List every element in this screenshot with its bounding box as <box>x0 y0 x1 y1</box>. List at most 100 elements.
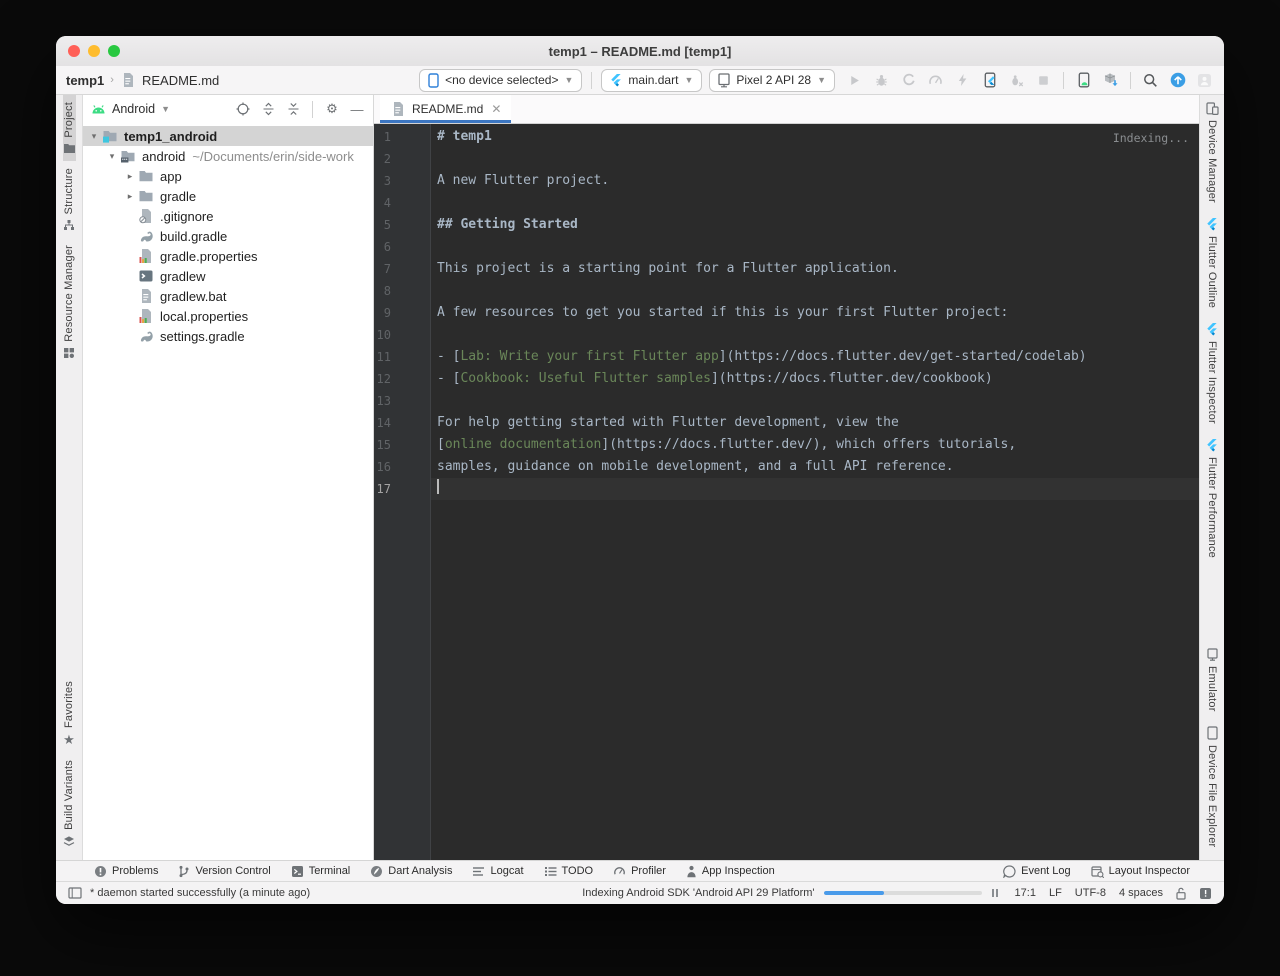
tool-window-button-layout-inspector[interactable]: Layout Inspector <box>1091 865 1190 878</box>
tool-window-button-logcat[interactable]: Logcat <box>472 865 524 877</box>
editor-line-4[interactable]: 4 <box>374 192 1199 214</box>
expand-all-button[interactable] <box>260 101 276 117</box>
stop-debug-button[interactable] <box>1007 71 1026 90</box>
tool-window-button-event-log[interactable]: Event Log <box>1003 864 1071 878</box>
run-config-dropdown[interactable]: main.dart ▼ <box>601 68 703 92</box>
editor-line-3[interactable]: 3 A new Flutter project. <box>374 170 1199 192</box>
tree-item-local-properties[interactable]: local.properties <box>83 306 373 326</box>
tool-stripe-button-resource-manager[interactable]: Resource Manager <box>63 238 76 366</box>
chevron-down-icon[interactable]: ▾ <box>86 131 102 142</box>
tool-window-label: Event Log <box>1021 865 1071 877</box>
tool-stripe-button-favorites[interactable]: Favorites ★ <box>63 674 75 753</box>
tree-item-gradlew-bat[interactable]: gradlew.bat <box>83 286 373 306</box>
minimize-window-button[interactable] <box>88 45 100 57</box>
editor-line-7[interactable]: 7 This project is a starting point for a … <box>374 258 1199 280</box>
collapse-all-button[interactable] <box>285 101 301 117</box>
editor-line-6[interactable]: 6 <box>374 236 1199 258</box>
editor-line-14[interactable]: 14 For help getting started with Flutter … <box>374 412 1199 434</box>
tree-item-gradlew[interactable]: gradlew <box>83 266 373 286</box>
tree-item--gitignore[interactable]: .gitignore <box>83 206 373 226</box>
encoding[interactable]: UTF-8 <box>1075 887 1106 899</box>
breadcrumb-file[interactable]: README.md <box>142 73 219 88</box>
traffic-lights <box>68 36 120 66</box>
close-tab-icon[interactable]: ✕ <box>491 102 501 116</box>
tree-item-label: build.gradle <box>160 228 228 244</box>
tool-stripe-button-flutter-outline[interactable]: Flutter Outline <box>1206 210 1219 315</box>
indent-setting[interactable]: 4 spaces <box>1119 887 1163 899</box>
left-tool-stripe: Project Structure Resource Manager Favorite… <box>56 95 83 860</box>
tool-window-button-app-inspection[interactable]: App Inspection <box>686 865 775 878</box>
editor-line-10[interactable]: 10 <box>374 324 1199 346</box>
profile-avatar-button[interactable] <box>1195 71 1214 90</box>
tree-item-app[interactable]: ▸ app <box>83 166 373 186</box>
chevron-down-icon[interactable]: ▾ <box>104 151 120 162</box>
chevron-right-icon[interactable]: ▸ <box>122 171 138 182</box>
flutter-attach-button[interactable] <box>980 71 999 90</box>
profile-app-button[interactable] <box>899 71 918 90</box>
project-view-mode[interactable]: Android <box>112 102 155 116</box>
tool-stripe-label: Flutter Performance <box>1206 456 1218 558</box>
version-control-icon <box>178 865 190 878</box>
tree-item-temp1-android[interactable]: ▾ temp1_android <box>83 126 373 146</box>
flutter-icon <box>1206 217 1218 231</box>
tool-stripe-button-device-manager[interactable]: Device Manager <box>1205 95 1219 210</box>
tool-stripe-button-project[interactable]: Project <box>62 95 76 161</box>
editor-line-13[interactable]: 13 <box>374 390 1199 412</box>
tool-window-button-dart-analysis[interactable]: Dart Analysis <box>370 865 452 878</box>
performance-profiler-button[interactable] <box>926 71 945 90</box>
editor-line-2[interactable]: 2 <box>374 148 1199 170</box>
stop-button[interactable] <box>1034 71 1053 90</box>
search-everywhere-button[interactable] <box>1141 71 1160 90</box>
zoom-window-button[interactable] <box>108 45 120 57</box>
tool-stripe-button-structure[interactable]: Structure <box>63 161 76 238</box>
tool-stripe-button-device-file-explorer[interactable]: Device File Explorer <box>1206 719 1219 854</box>
tool-window-button-terminal[interactable]: Terminal <box>291 865 350 878</box>
tree-item-settings-gradle[interactable]: settings.gradle <box>83 326 373 346</box>
tool-stripe-button-emulator[interactable]: Emulator <box>1206 641 1219 719</box>
editor-line-11[interactable]: 11 - [Lab: Write your first Flutter app](… <box>374 346 1199 368</box>
tree-item-android[interactable]: ▾ android ~/Documents/erin/side-work <box>83 146 373 166</box>
updates-button[interactable] <box>1168 71 1187 90</box>
notifications-icon[interactable] <box>1199 887 1212 900</box>
sdk-manager-button[interactable] <box>1101 71 1120 90</box>
tree-item-build-gradle[interactable]: build.gradle <box>83 226 373 246</box>
tool-stripe-button-flutter-performance[interactable]: Flutter Performance <box>1206 431 1219 565</box>
editor-line-15[interactable]: 15 [online documentation](https://docs.fl… <box>374 434 1199 456</box>
tool-window-button-todo[interactable]: TODO <box>544 865 594 877</box>
chevron-right-icon[interactable]: ▸ <box>122 191 138 202</box>
editor-line-1[interactable]: 1 # temp1 <box>374 126 1199 148</box>
editor-line-12[interactable]: 12 - [Cookbook: Useful Flutter samples](h… <box>374 368 1199 390</box>
device-selector-dropdown[interactable]: <no device selected> ▼ <box>419 68 583 92</box>
device-manager-button[interactable] <box>1074 71 1093 90</box>
hide-panel-button[interactable]: — <box>349 101 365 117</box>
run-button[interactable] <box>845 71 864 90</box>
tool-stripe-button-build-variants[interactable]: Build Variants <box>63 753 75 854</box>
pause-icon[interactable] <box>991 888 999 898</box>
lock-icon[interactable] <box>1176 887 1186 900</box>
breadcrumb-project[interactable]: temp1 <box>66 73 104 88</box>
tool-window-button-profiler[interactable]: Profiler <box>613 865 666 877</box>
editor-line-5[interactable]: 5 ## Getting Started <box>374 214 1199 236</box>
caret-position[interactable]: 17:1 <box>1015 887 1036 899</box>
locate-file-button[interactable] <box>235 101 251 117</box>
tool-stripe-button-flutter-inspector[interactable]: Flutter Inspector <box>1206 315 1219 431</box>
target-device-dropdown[interactable]: Pixel 2 API 28 ▼ <box>709 68 835 92</box>
editor-line-16[interactable]: 16 samples, guidance on mobile developmen… <box>374 456 1199 478</box>
tool-stripe-label: Favorites <box>63 681 75 729</box>
close-window-button[interactable] <box>68 45 80 57</box>
editor-line-8[interactable]: 8 <box>374 280 1199 302</box>
tree-item-gradle[interactable]: ▸ gradle <box>83 186 373 206</box>
editor-line-17[interactable]: 17 <box>374 478 1199 500</box>
apply-changes-button[interactable] <box>953 71 972 90</box>
line-ending[interactable]: LF <box>1049 887 1062 899</box>
tool-window-button-version-control[interactable]: Version Control <box>178 865 271 878</box>
tool-window-label: TODO <box>561 865 594 877</box>
tree-item-gradle-properties[interactable]: gradle.properties <box>83 246 373 266</box>
tool-window-button-problems[interactable]: Problems <box>94 865 158 878</box>
editor-line-9[interactable]: 9 A few resources to get you started if t… <box>374 302 1199 324</box>
settings-gear-icon[interactable]: ⚙ <box>324 101 340 117</box>
editor-body[interactable]: Indexing... 1 # temp1 2 3 A new Flutter proj… <box>374 124 1199 860</box>
debug-button[interactable] <box>872 71 891 90</box>
tool-window-toggle-icon[interactable] <box>68 887 82 899</box>
tab-readme[interactable]: README.md ✕ <box>380 95 512 123</box>
